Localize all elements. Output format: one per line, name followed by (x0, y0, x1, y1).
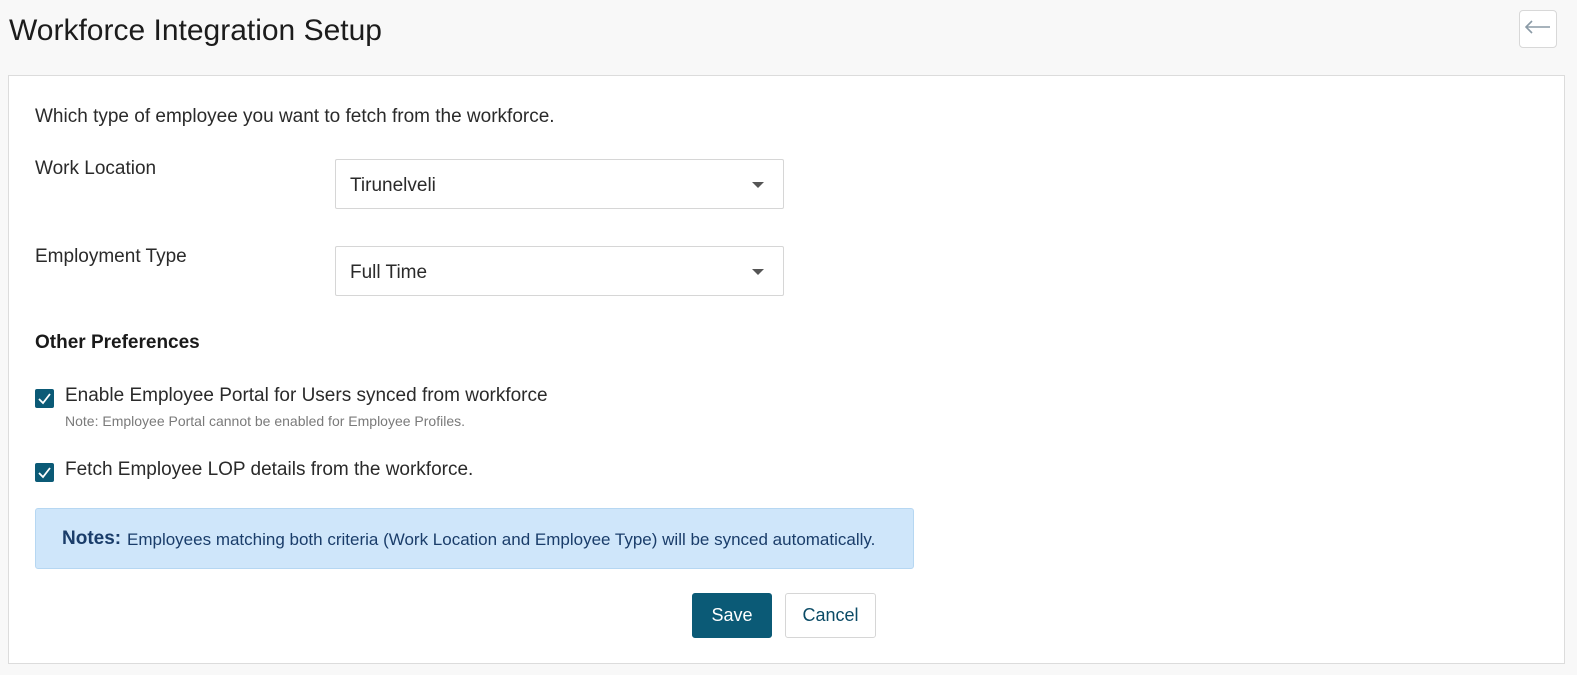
work-location-select[interactable]: Tirunelveli (335, 159, 784, 209)
cancel-button[interactable]: Cancel (785, 593, 876, 638)
employment-type-label: Employment Type (35, 246, 187, 267)
employment-type-select[interactable]: Full Time (335, 246, 784, 296)
checkmark-icon (38, 467, 51, 479)
checkmark-icon (38, 393, 51, 405)
notes-title: Notes: (62, 528, 122, 549)
setup-form-panel: Which type of employee you want to fetch… (8, 75, 1565, 664)
page-title: Workforce Integration Setup (9, 14, 382, 47)
work-location-label: Work Location (35, 158, 157, 179)
work-location-value: Tirunelveli (350, 175, 436, 196)
enable-employee-portal-label[interactable]: Enable Employee Portal for Users synced … (65, 385, 548, 407)
save-button[interactable]: Save (692, 593, 772, 638)
employment-type-value: Full Time (350, 262, 428, 283)
chevron-down-icon (752, 269, 764, 275)
fetch-lop-details-checkbox[interactable] (35, 463, 54, 482)
notes-text: Employees matching both criteria (Work L… (127, 530, 876, 549)
enable-employee-portal-checkbox[interactable] (35, 389, 54, 408)
form-intro-text: Which type of employee you want to fetch… (35, 106, 555, 127)
arrow-left-icon (1524, 19, 1551, 39)
back-button[interactable] (1519, 10, 1557, 48)
page-header: Workforce Integration Setup (0, 0, 1577, 74)
notes-alert: Notes: Employees matching both criteria … (35, 508, 914, 569)
employee-portal-note: Note: Employee Portal cannot be enabled … (65, 413, 466, 429)
chevron-down-icon (752, 182, 764, 188)
other-preferences-heading: Other Preferences (35, 332, 200, 353)
fetch-lop-details-label[interactable]: Fetch Employee LOP details from the work… (65, 459, 473, 481)
